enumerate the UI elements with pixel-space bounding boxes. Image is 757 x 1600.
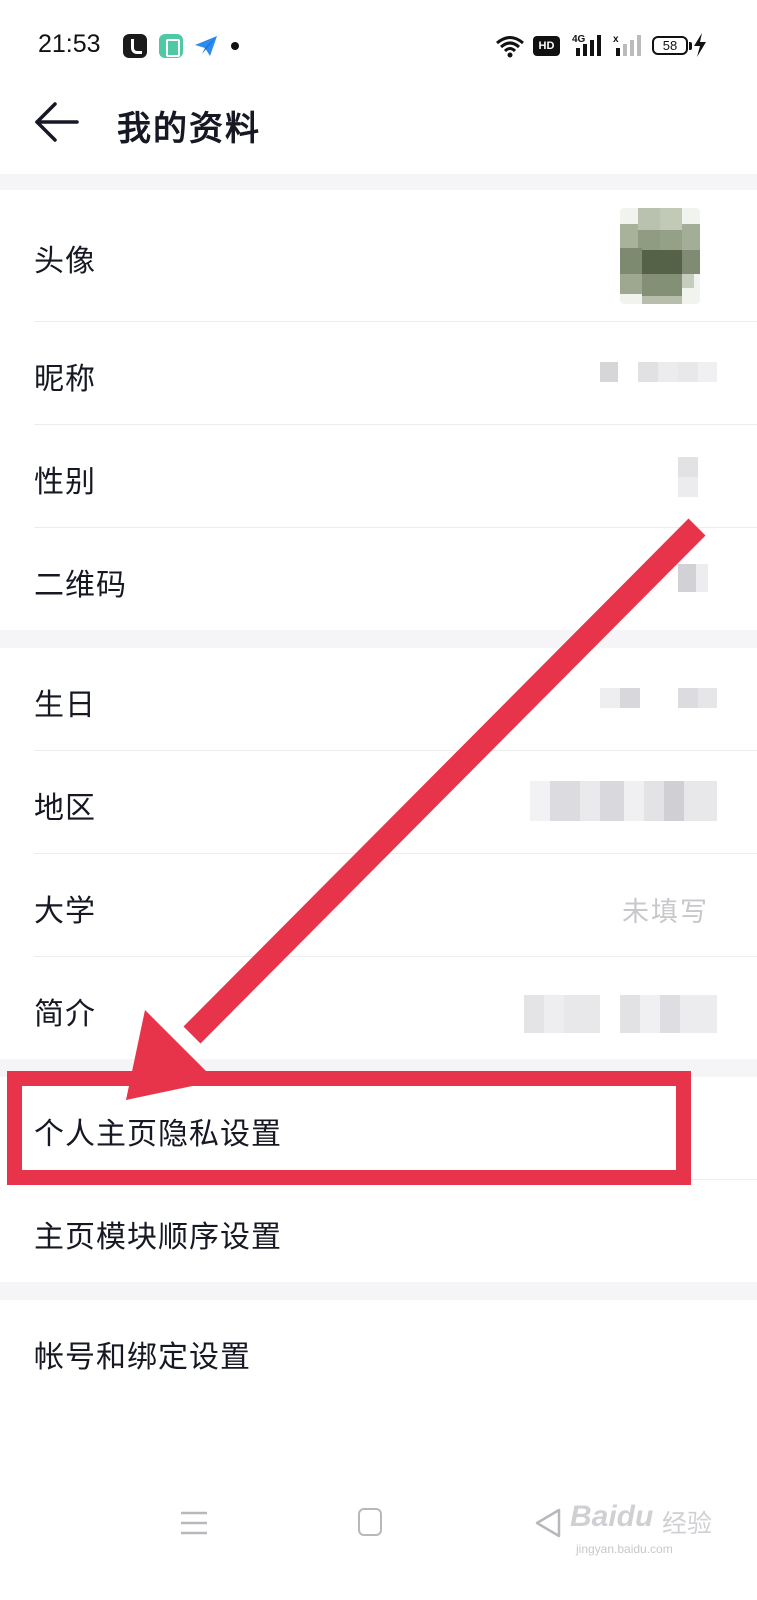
tiktok-icon	[123, 34, 147, 58]
avatar[interactable]	[620, 208, 700, 304]
bio-value-blurred	[524, 995, 717, 1033]
notification-dot	[231, 42, 239, 50]
wifi-icon	[496, 36, 524, 58]
watermark-suffix: 经验	[662, 1509, 713, 1538]
gender-row[interactable]: 性别	[0, 425, 757, 527]
nickname-value-blurred	[600, 362, 717, 382]
qrcode-label: 二维码	[34, 568, 127, 603]
qrcode-value-blurred	[678, 564, 708, 592]
birthday-row[interactable]: 生日	[0, 648, 757, 750]
watermark-logo: Baidu	[570, 1500, 654, 1533]
charging-icon	[694, 33, 706, 57]
svg-text:x: x	[613, 34, 619, 45]
baidu-watermark: Baidu 经验 jingyan.baidu.com	[570, 1490, 730, 1570]
telegram-icon	[195, 36, 217, 56]
section-divider	[0, 174, 757, 190]
module-order-row[interactable]: 主页模块顺序设置	[0, 1180, 757, 1282]
status-time: 21:53	[38, 30, 101, 58]
qrcode-row[interactable]: 二维码	[0, 528, 757, 630]
menu-icon[interactable]	[180, 1510, 208, 1536]
university-value: 未填写	[622, 897, 709, 928]
section-divider	[0, 1282, 757, 1300]
birthday-value-blurred	[600, 688, 717, 708]
region-value-blurred	[530, 781, 717, 821]
nickname-label: 昵称	[34, 362, 96, 397]
module-order-label: 主页模块顺序设置	[34, 1220, 282, 1255]
battery-icon: 58	[652, 36, 688, 55]
hd-badge: HD	[533, 36, 560, 56]
signal-icon-secondary: x	[613, 34, 641, 56]
region-label: 地区	[34, 791, 96, 826]
account-binding-row[interactable]: 帐号和绑定设置	[0, 1300, 757, 1402]
account-binding-label: 帐号和绑定设置	[34, 1340, 251, 1375]
back-triangle-icon[interactable]	[535, 1508, 561, 1538]
bio-label: 简介	[34, 997, 96, 1032]
green-app-icon	[159, 34, 183, 58]
watermark-url: jingyan.baidu.com	[576, 1542, 673, 1556]
bio-row[interactable]: 简介	[0, 957, 757, 1059]
header: 我的资料	[0, 80, 757, 174]
gender-label: 性别	[34, 465, 96, 500]
svg-text:4G: 4G	[572, 34, 586, 45]
page-title: 我的资料	[117, 109, 261, 149]
section-divider	[0, 630, 757, 648]
university-row[interactable]: 大学 未填写	[0, 854, 757, 956]
university-label: 大学	[34, 894, 96, 929]
region-row[interactable]: 地区	[0, 751, 757, 853]
arrow-left-icon[interactable]	[33, 100, 81, 144]
gender-value-blurred	[678, 457, 698, 497]
nickname-row[interactable]: 昵称	[0, 322, 757, 424]
home-icon[interactable]	[358, 1508, 382, 1536]
avatar-label: 头像	[34, 244, 96, 279]
signal-icon: 4G	[572, 34, 601, 56]
highlight-box	[7, 1071, 691, 1185]
status-bar: 21:53 HD 4G x 58	[0, 0, 757, 80]
birthday-label: 生日	[34, 688, 96, 723]
